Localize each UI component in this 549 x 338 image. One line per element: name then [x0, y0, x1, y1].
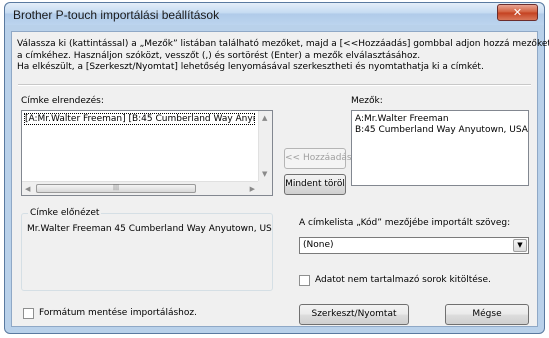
code-field-label: A címkelista „Kód” mezőjébe importált sz… — [299, 218, 511, 228]
fields-listbox[interactable]: A:Mr.Walter Freeman B:45 Cumberland Way … — [351, 110, 529, 186]
fill-empty-rows-checkbox[interactable] — [299, 275, 310, 286]
chevron-down-icon[interactable]: ▼ — [513, 239, 527, 252]
instruction-line-3: Ha elkészült, a [Szerkeszt/Nyomtat] lehe… — [17, 62, 484, 72]
label-preview-title: Címke előnézet — [28, 208, 102, 218]
add-button[interactable]: << Hozzáadás — [284, 148, 352, 169]
edit-print-button[interactable]: Szerkeszt/Nyomtat — [299, 304, 409, 325]
close-button[interactable]: ✕ — [497, 4, 538, 21]
code-field-dropdown[interactable]: (None) ▼ — [299, 237, 529, 254]
label-layout-text: [A:Mr.Walter Freeman] [B:45 Cumberland W… — [25, 114, 256, 124]
label-preview-group: Címke előnézet Mr.Walter Freeman 45 Cumb… — [21, 208, 273, 291]
scroll-thumb[interactable]: ||| — [36, 184, 196, 193]
save-format-label[interactable]: Formátum mentése importáláshoz. — [39, 308, 197, 318]
close-icon: ✕ — [512, 6, 523, 19]
instruction-line-1: Válassza ki (kattintással) a „Mezők” lis… — [17, 39, 549, 49]
label-layout-label: Címke elrendezés: — [21, 96, 104, 106]
scroll-up-icon[interactable]: ▲ — [262, 114, 267, 122]
scroll-right-icon[interactable]: ▶ — [250, 185, 255, 193]
instructions: Válassza ki (kattintással) a „Mezők” lis… — [17, 39, 549, 74]
scrollbar-corner — [258, 181, 272, 195]
dialog-window: Brother P-touch importálási beállítások … — [4, 2, 549, 334]
dialog-client-area: Válassza ki (kattintással) a „Mezők” lis… — [11, 31, 549, 327]
code-field-value: (None) — [303, 240, 334, 250]
instruction-line-2: a címkéhez. Használjon szóközt, vesszőt … — [17, 50, 421, 61]
field-item-b[interactable]: B:45 Cumberland Way Anyutown, USA ! — [355, 125, 528, 135]
fill-empty-rows-label[interactable]: Adatot nem tartalmazó sorok kitöltése. — [315, 275, 491, 285]
field-item-a[interactable]: A:Mr.Walter Freeman — [355, 114, 449, 124]
label-layout-editor[interactable]: [A:Mr.Walter Freeman] [B:45 Cumberland W… — [21, 110, 273, 196]
separator — [18, 84, 531, 86]
cancel-button[interactable]: Mégse — [445, 304, 529, 325]
scroll-down-icon[interactable]: ▼ — [262, 170, 267, 178]
save-format-checkbox[interactable] — [23, 308, 34, 319]
layout-vertical-scrollbar[interactable]: ▲ ▼ — [258, 111, 272, 181]
label-preview-text: Mr.Walter Freeman 45 Cumberland Way Anyu… — [27, 224, 272, 234]
scroll-left-icon[interactable]: ◀ — [25, 185, 30, 193]
layout-horizontal-scrollbar[interactable]: ◀ ||| ▶ — [22, 181, 258, 195]
fields-label: Mezők: — [351, 96, 383, 106]
title-bar[interactable]: Brother P-touch importálási beállítások … — [5, 3, 544, 25]
window-title: Brother P-touch importálási beállítások — [13, 8, 220, 22]
clear-all-button[interactable]: Mindent töröl — [284, 174, 346, 195]
